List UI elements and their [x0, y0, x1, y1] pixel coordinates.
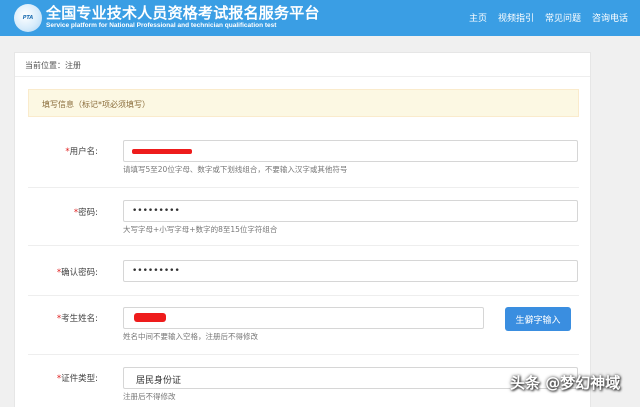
nav-contact[interactable]: 咨询电话 [592, 11, 628, 24]
name-label: *考生姓名: [0, 312, 98, 324]
name-label-text: 考生姓名: [61, 314, 98, 324]
name-redaction [134, 313, 166, 322]
confirm-password-label: *确认密码: [0, 266, 98, 278]
name-input[interactable] [123, 307, 484, 329]
logo-text: PTA [22, 15, 34, 21]
username-hint: 请填写5至20位字母、数字或下划线组合，不要输入汉字或其他符号 [123, 165, 348, 174]
confirm-password-input[interactable]: ••••••••• [123, 260, 578, 282]
name-hint: 姓名中间不要输入空格，注册后不得修改 [123, 332, 258, 341]
divider [28, 295, 579, 296]
id-type-label-text: 证件类型: [61, 374, 98, 384]
site-subtitle: Service platform for National Profession… [46, 22, 277, 29]
top-header: PTA 全国专业技术人员资格考试报名服务平台 Service platform … [0, 0, 640, 36]
required-notice: 填写信息（标记*项必须填写） [28, 89, 579, 117]
rare-character-input-button[interactable]: 生僻字输入 [505, 307, 571, 331]
password-input[interactable]: ••••••••• [123, 200, 578, 222]
registration-panel: 当前位置：注册 填写信息（标记*项必须填写） *用户名: 请填写5至20位字母、… [14, 52, 591, 407]
watermark: 头条 @梦幻神域 [510, 374, 621, 392]
username-label: *用户名: [0, 145, 98, 157]
divider [28, 245, 579, 246]
id-type-label: *证件类型: [0, 372, 98, 384]
id-type-hint: 注册后不得修改 [123, 392, 176, 401]
nav-faq[interactable]: 常见问题 [545, 11, 581, 24]
breadcrumb: 当前位置：注册 [15, 53, 590, 77]
divider [28, 354, 579, 355]
pta-logo-icon: PTA [14, 4, 42, 32]
password-hint: 大写字母+小写字母+数字的8至15位字符组合 [123, 225, 278, 234]
confirm-password-label-text: 确认密码: [61, 268, 98, 278]
divider [28, 187, 579, 188]
nav-video-guide[interactable]: 视频指引 [498, 11, 534, 24]
password-label: *密码: [0, 206, 98, 218]
nav-home[interactable]: 主页 [469, 11, 487, 24]
username-input[interactable] [123, 140, 578, 162]
username-label-text: 用户名: [69, 147, 98, 157]
username-redaction [132, 149, 192, 154]
password-label-text: 密码: [78, 208, 98, 218]
site-title: 全国专业技术人员资格考试报名服务平台 [46, 4, 320, 22]
top-nav: 主页 视频指引 常见问题 咨询电话 [469, 11, 628, 24]
